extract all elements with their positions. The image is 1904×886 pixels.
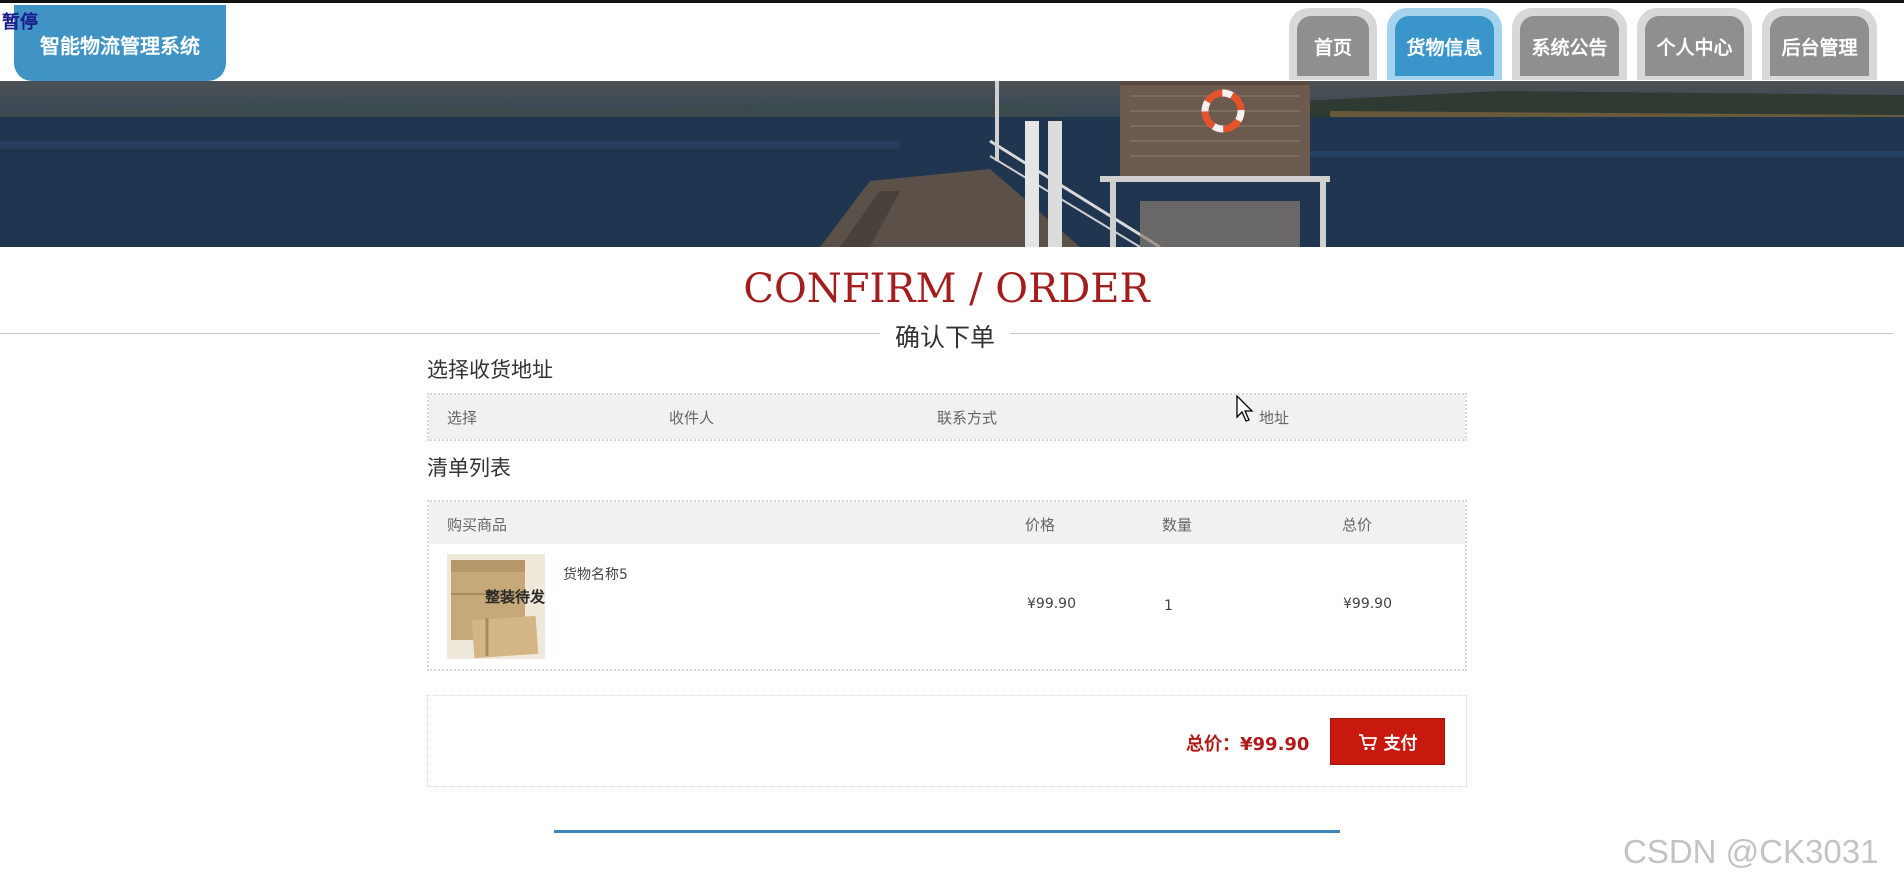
cart-icon	[1358, 733, 1377, 750]
col-price: 价格	[1025, 516, 1056, 534]
bottom-accent-line	[554, 830, 1340, 833]
box-illustration: 整装待发	[447, 554, 545, 659]
address-table: 选择 收件人 联系方式 地址	[427, 393, 1467, 441]
total-price: 总价：¥99.90	[1186, 730, 1309, 756]
nav-goods-info-label: 货物信息	[1395, 16, 1494, 76]
col-address: 地址	[1259, 409, 1290, 427]
col-product: 购买商品	[447, 516, 508, 534]
col-total: 总价	[1342, 516, 1373, 534]
nav-home[interactable]: 首页	[1289, 8, 1377, 80]
address-section-title: 选择收货地址	[427, 358, 553, 382]
product-total: ¥99.90	[1343, 596, 1392, 612]
page-title-cn: 确认下单	[880, 318, 1010, 354]
logo-text: 智能物流管理系统	[40, 33, 200, 58]
page-title-en: CONFIRM / ORDER	[743, 266, 1150, 312]
nav-announcements[interactable]: 系统公告	[1512, 8, 1627, 80]
nav-admin[interactable]: 后台管理	[1762, 8, 1877, 80]
pay-button[interactable]: 支付	[1330, 718, 1445, 765]
order-items-table: 购买商品 价格 数量 总价 整装待发 货物名称5 ¥99.90 1 ¥99.90	[427, 500, 1467, 671]
mouse-cursor-icon	[1236, 395, 1254, 422]
watermark: CSDN @CK3031	[1623, 833, 1879, 870]
product-image[interactable]: 整装待发	[447, 554, 545, 659]
pause-badge[interactable]: 暂停	[2, 8, 38, 34]
product-quantity: 1	[1164, 598, 1173, 614]
nav-personal-center-label: 个人中心	[1645, 16, 1744, 76]
nav-personal-center[interactable]: 个人中心	[1637, 8, 1752, 80]
list-section-title: 清单列表	[427, 456, 511, 480]
order-summary: 总价：¥99.90 支付	[427, 695, 1467, 787]
table-row: 整装待发 货物名称5 ¥99.90 1 ¥99.90	[429, 544, 1465, 669]
col-select: 选择	[447, 409, 478, 427]
nav-admin-label: 后台管理	[1770, 16, 1869, 76]
logo[interactable]: 智能物流管理系统	[14, 5, 226, 81]
nav-goods-info[interactable]: 货物信息	[1387, 8, 1502, 80]
total-price-value: ¥99.90	[1240, 734, 1310, 755]
banner-image	[0, 81, 1904, 247]
order-items-header: 购买商品 价格 数量 总价	[429, 502, 1465, 544]
main-nav: 首页 货物信息 系统公告 个人中心 后台管理	[1289, 8, 1877, 80]
product-name[interactable]: 货物名称5	[563, 564, 628, 584]
nav-announcements-label: 系统公告	[1520, 16, 1619, 76]
pay-button-label: 支付	[1383, 734, 1418, 754]
col-recipient: 收件人	[669, 409, 715, 427]
banner-pier-scene	[0, 81, 1904, 247]
box-print-text: 整装待发	[485, 588, 545, 606]
total-price-label: 总价：	[1186, 734, 1240, 755]
product-price: ¥99.90	[1027, 596, 1076, 612]
nav-home-label: 首页	[1297, 16, 1369, 76]
header: 智能物流管理系统 首页 货物信息 系统公告 个人中心 后台管理	[0, 3, 1904, 81]
col-contact: 联系方式	[937, 409, 998, 427]
address-table-header: 选择 收件人 联系方式 地址	[429, 395, 1465, 439]
col-quantity: 数量	[1162, 516, 1193, 534]
